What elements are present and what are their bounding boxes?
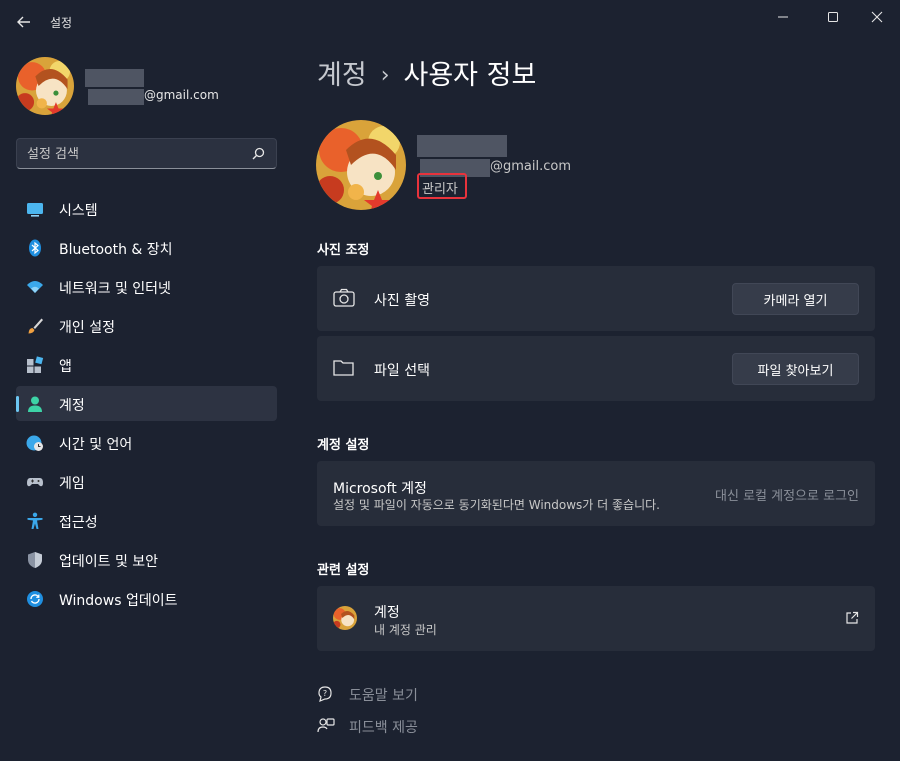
close-icon bbox=[871, 11, 883, 23]
app-title: 설정 bbox=[50, 16, 73, 30]
sidebar-item-windows-update[interactable]: Windows 업데이트 bbox=[16, 581, 277, 616]
related-accounts-card[interactable]: 계정 내 계정 관리 bbox=[317, 586, 875, 651]
give-feedback-label: 피드백 제공 bbox=[349, 720, 418, 736]
title-bar: 설정 bbox=[0, 0, 900, 44]
sidebar-item-label: 게임 bbox=[59, 476, 85, 492]
sidebar-item-label: Bluetooth & 장치 bbox=[59, 242, 173, 258]
camera-icon bbox=[333, 288, 355, 307]
apps-icon bbox=[27, 356, 44, 373]
sidebar-item-gaming[interactable]: 게임 bbox=[16, 464, 277, 499]
sidebar-item-bluetooth[interactable]: Bluetooth & 장치 bbox=[16, 230, 277, 265]
folder-icon bbox=[333, 360, 354, 376]
sidebar-item-label: 개인 설정 bbox=[59, 320, 115, 336]
sidebar-email: @gmail.com bbox=[144, 88, 219, 102]
redacted-email-prefix bbox=[88, 89, 144, 105]
section-title-photo: 사진 조정 bbox=[317, 243, 370, 258]
sidebar-item-apps[interactable]: 앱 bbox=[16, 347, 277, 382]
choose-file-label: 파일 선택 bbox=[374, 363, 430, 379]
bluetooth-icon bbox=[29, 239, 41, 257]
sidebar-item-label: 네트워크 및 인터넷 bbox=[59, 281, 171, 297]
arrow-left-icon bbox=[17, 16, 30, 28]
active-indicator bbox=[16, 396, 19, 412]
external-link-icon bbox=[846, 611, 859, 624]
local-account-signin-link[interactable]: 대신 로컬 계정으로 로그인 bbox=[715, 485, 859, 504]
search-input[interactable] bbox=[27, 145, 247, 163]
microsoft-account-description: 설정 및 파일이 자동으로 동기화된다면 Windows가 더 좋습니다. bbox=[333, 498, 660, 512]
browse-files-button[interactable]: 파일 찾아보기 bbox=[732, 353, 859, 385]
search-box[interactable] bbox=[16, 138, 277, 169]
globe-clock-icon bbox=[26, 435, 43, 451]
open-camera-button[interactable]: 카메라 열기 bbox=[732, 283, 859, 315]
profile-email: @gmail.com bbox=[490, 159, 572, 174]
microsoft-account-title: Microsoft 계정 bbox=[333, 481, 427, 497]
choose-file-card: 파일 선택 파일 찾아보기 bbox=[317, 336, 875, 401]
avatar-image bbox=[333, 606, 357, 630]
accessibility-icon bbox=[27, 512, 43, 529]
wifi-icon bbox=[27, 281, 43, 293]
monitor-icon bbox=[27, 203, 43, 217]
help-icon: ? bbox=[318, 686, 332, 702]
sidebar-item-system[interactable]: 시스템 bbox=[16, 191, 277, 226]
sidebar-item-time-language[interactable]: 시간 및 언어 bbox=[16, 425, 277, 460]
feedback-icon bbox=[317, 718, 335, 733]
section-title-account-settings: 계정 설정 bbox=[317, 438, 370, 453]
related-account-title: 계정 bbox=[374, 605, 400, 621]
search-icon[interactable] bbox=[250, 146, 266, 162]
sidebar-item-label: 시간 및 언어 bbox=[59, 437, 133, 453]
redacted-profile-name bbox=[417, 135, 507, 157]
sidebar-item-network[interactable]: 네트워크 및 인터넷 bbox=[16, 269, 277, 304]
person-icon bbox=[28, 396, 42, 412]
get-help-label: 도움말 보기 bbox=[349, 688, 418, 704]
back-button[interactable] bbox=[14, 12, 34, 32]
sidebar-item-label: 업데이트 및 보안 bbox=[59, 554, 159, 570]
sidebar-item-accounts[interactable]: 계정 bbox=[16, 386, 277, 421]
take-photo-card: 사진 촬영 카메라 열기 bbox=[317, 266, 875, 331]
page-title: 사용자 정보 bbox=[403, 60, 537, 91]
minimize-icon bbox=[778, 16, 788, 18]
breadcrumb-parent[interactable]: 계정 bbox=[317, 60, 367, 91]
sidebar-item-label: 계정 bbox=[59, 398, 85, 414]
related-account-subtitle: 내 계정 관리 bbox=[374, 623, 437, 637]
svg-text:?: ? bbox=[323, 689, 327, 698]
sidebar-item-accessibility[interactable]: 접근성 bbox=[16, 503, 277, 538]
redacted-name bbox=[85, 69, 144, 87]
minimize-button[interactable] bbox=[760, 4, 806, 30]
sidebar-item-privacy-security[interactable]: 업데이트 및 보안 bbox=[16, 542, 277, 577]
section-title-related: 관련 설정 bbox=[317, 563, 370, 578]
shield-icon bbox=[28, 552, 42, 568]
role-badge: 관리자 bbox=[417, 173, 467, 199]
take-photo-label: 사진 촬영 bbox=[374, 293, 430, 309]
microsoft-account-card: Microsoft 계정 설정 및 파일이 자동으로 동기화된다면 Window… bbox=[317, 461, 875, 526]
brush-icon bbox=[28, 318, 43, 334]
close-button[interactable] bbox=[854, 4, 900, 30]
maximize-icon bbox=[828, 12, 838, 22]
sidebar-item-label: 앱 bbox=[59, 359, 72, 375]
sidebar-item-label: 접근성 bbox=[59, 515, 98, 531]
breadcrumb-separator: › bbox=[380, 63, 390, 88]
avatar-image bbox=[16, 57, 74, 115]
maximize-button[interactable] bbox=[810, 4, 856, 30]
avatar-image bbox=[316, 120, 406, 210]
account-avatar-small bbox=[333, 606, 357, 630]
sidebar-avatar[interactable] bbox=[16, 57, 74, 115]
sidebar-item-label: Windows 업데이트 bbox=[59, 593, 178, 609]
sync-icon bbox=[27, 591, 43, 607]
profile-avatar bbox=[316, 120, 406, 210]
sidebar-item-label: 시스템 bbox=[59, 203, 98, 219]
gamepad-icon bbox=[27, 478, 43, 487]
breadcrumb: 계정 › 사용자 정보 bbox=[317, 53, 536, 92]
sidebar-item-personalization[interactable]: 개인 설정 bbox=[16, 308, 277, 343]
